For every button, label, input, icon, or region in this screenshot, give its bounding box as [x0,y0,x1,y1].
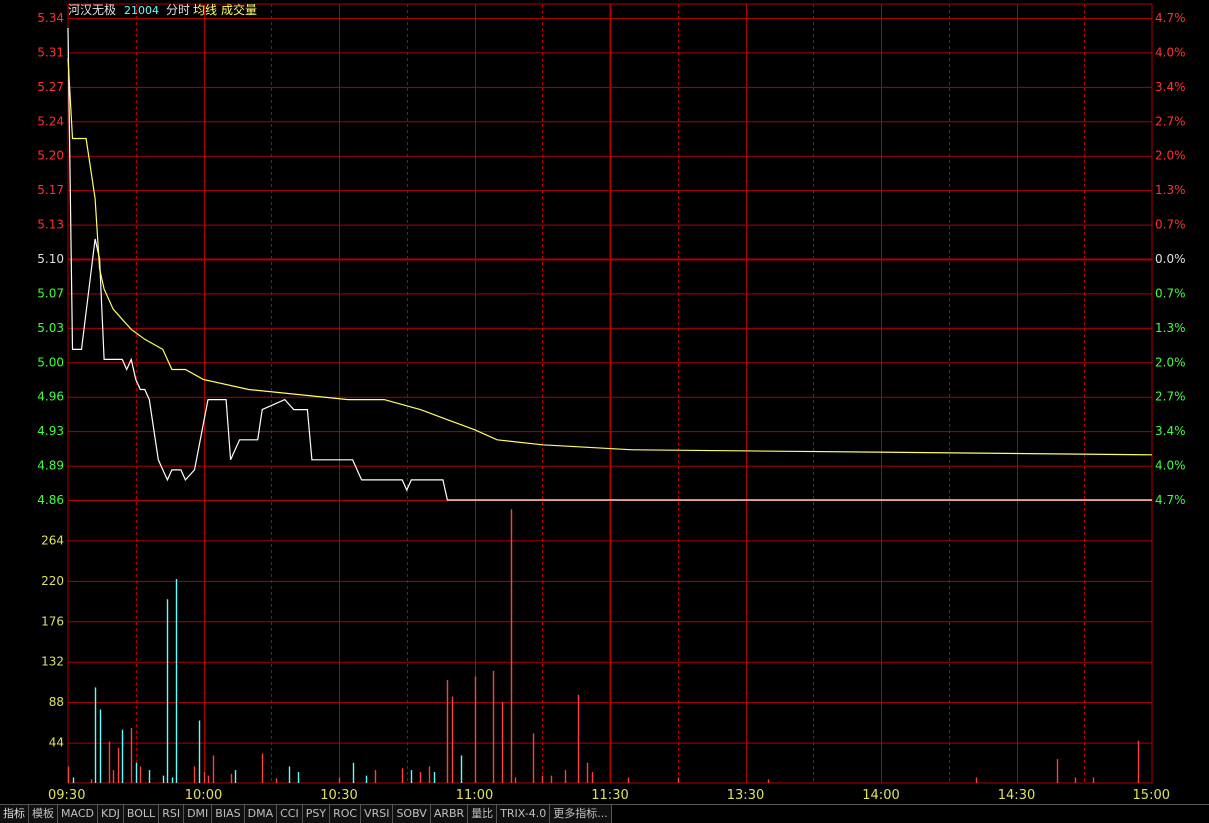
volume-tick-label: 132 [41,655,64,669]
indicator-tab-bar: 指标 模板 MACD KDJ BOLL RSI DMI BIAS DMA CCI PSY ROC VRS… [0,804,1209,823]
time-tick-label: 10:00 [185,788,222,803]
percent-tick-label: 0.0% [1155,252,1186,266]
indicator-tab[interactable]: 量比 [468,805,498,823]
indicator-tab[interactable]: 更多指标... [550,805,612,823]
percent-tick-label: 4.0% [1155,45,1186,59]
price-tick-label: 5.00 [37,355,64,369]
indicator-tab[interactable]: DMA [244,805,278,823]
percent-tick-label: 3.4% [1155,80,1186,94]
percent-tick-label: 0.7% [1155,218,1186,232]
volume-tick-label: 44 [49,736,64,750]
indicator-tab[interactable]: KDJ [97,805,124,823]
percent-tick-label: 4.0% [1155,459,1186,473]
percent-tick-label: 4.7% [1155,11,1186,25]
volume-tick-label: 264 [41,533,64,547]
time-tick-label: 11:30 [591,788,628,803]
volume-tick-label: 176 [41,614,64,628]
volume-axis: 264 220 176 132 88 44 [41,533,64,749]
price-tick-label: 5.24 [37,114,64,128]
price-tick-label: 5.07 [37,286,64,300]
indicator-tab[interactable]: DMI [184,805,213,823]
time-tick-label: 13:30 [727,788,764,803]
percent-tick-label: 2.0% [1155,355,1186,369]
chart-grid [67,3,1153,784]
percent-axis: 4.7% 4.0% 3.4% 2.7% 2.0% 1.3% 0.7% 0.0% 0.7% 1.3%… [1155,11,1186,507]
indicator-tab[interactable]: VRSI [361,805,394,823]
stock-code: 21004 [124,4,159,17]
avg-label: 均线 [193,3,217,17]
price-tick-label: 4.86 [37,493,64,507]
time-tick-label: 14:30 [998,788,1035,803]
price-axis: 5.34 5.31 5.27 5.24 5.20 5.17 5.13 5.10 5.07 5.03… [37,11,64,507]
percent-tick-label: 3.4% [1155,424,1186,438]
volume-tick-label: 220 [41,574,64,588]
intraday-chart: 5.34 5.31 5.27 5.24 5.20 5.17 5.13 5.10 5.07 5.03… [37,2,1186,803]
indicator-tab[interactable]: ARBR [430,805,469,823]
percent-tick-label: 0.7% [1155,286,1186,300]
percent-tick-label: 2.7% [1155,114,1186,128]
price-tick-label: 5.31 [37,45,64,59]
volume-tick-label: 88 [49,695,64,709]
indicator-tab[interactable]: SOBV [393,805,431,823]
indicator-tab[interactable]: 指标 [0,805,29,823]
indicator-tab[interactable]: TRIX-4.0 [497,805,551,823]
percent-tick-label: 1.3% [1155,321,1186,335]
stock-name: 河汉无极 [68,3,116,17]
volume-bars [67,509,1140,783]
price-tick-label: 5.34 [37,11,64,25]
indicator-tab[interactable]: BOLL [123,805,160,823]
price-tick-label: 5.17 [37,183,64,197]
indicator-tab[interactable]: BIAS [212,805,245,823]
price-tick-label: 5.03 [37,321,64,335]
price-tick-label: 5.10 [37,252,64,266]
time-axis: 09:30 10:00 10:30 11:00 11:30 13:30 14:00 14:30… [48,788,1170,803]
indicator-tab[interactable]: CCI [277,805,303,823]
percent-tick-label: 2.7% [1155,390,1186,404]
percent-tick-label: 2.0% [1155,149,1186,163]
price-tick-label: 4.89 [37,459,64,473]
view-label: 分时 [166,3,190,17]
indicator-tab[interactable]: PSY [302,805,331,823]
time-tick-label: 10:30 [320,788,357,803]
time-tick-label: 15:00 [1133,788,1170,803]
percent-tick-label: 1.3% [1155,183,1186,197]
indicator-tab[interactable]: ROC [330,805,362,823]
price-tick-label: 5.27 [37,80,64,94]
price-tick-label: 5.13 [37,218,64,232]
time-tick-label: 11:00 [456,788,493,803]
indicator-tab[interactable]: MACD [58,805,98,823]
indicator-tab[interactable]: 模板 [29,805,58,823]
percent-tick-label: 4.7% [1155,493,1186,507]
indicator-tab[interactable]: RSI [159,805,185,823]
time-tick-label: 09:30 [48,788,85,803]
time-tick-label: 14:00 [862,788,899,803]
price-tick-label: 4.96 [37,390,64,404]
volume-label: 成交量 [221,2,257,17]
price-tick-label: 5.20 [37,149,64,163]
price-tick-label: 4.93 [37,424,64,438]
